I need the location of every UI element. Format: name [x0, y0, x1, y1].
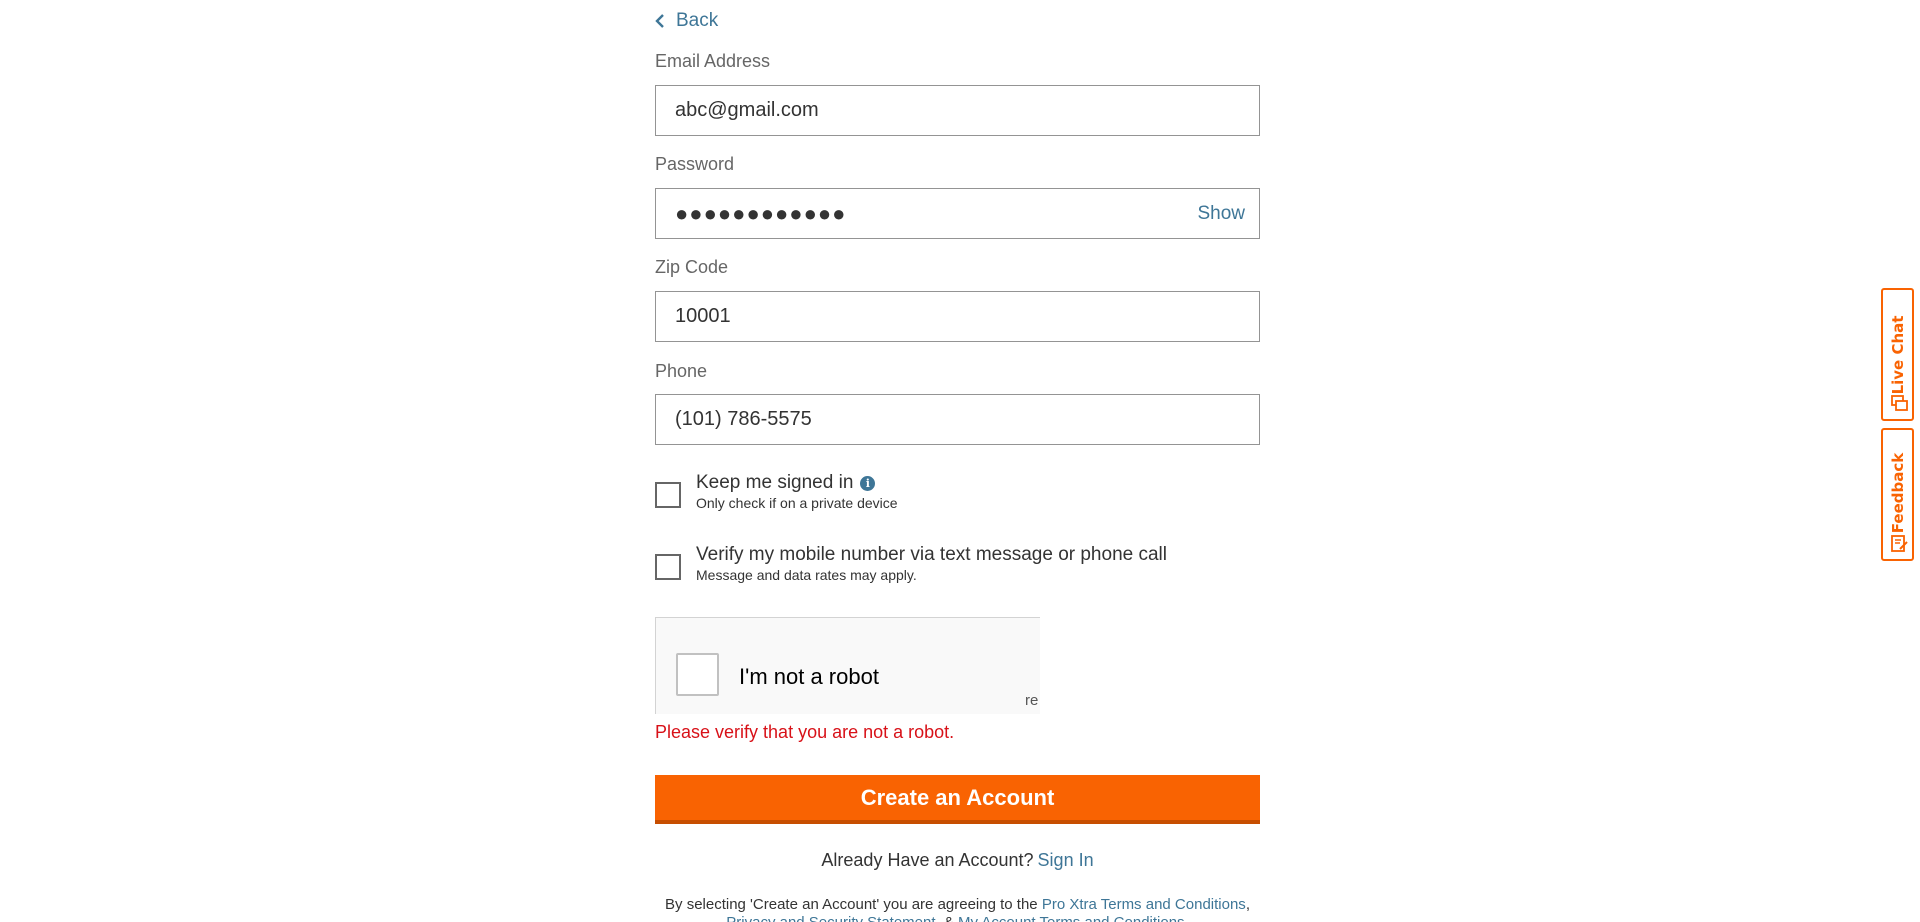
feedback-icon — [1891, 535, 1908, 552]
keep-signed-in-row: Keep me signed in i Only check if on a p… — [655, 472, 898, 511]
signin-prompt: Already Have an Account? — [821, 850, 1034, 870]
feedback-label: Feedback — [1888, 452, 1907, 534]
live-chat-tab[interactable]: Live Chat — [1881, 288, 1914, 421]
password-masked-value: ●●●●●●●●●●●● — [675, 201, 847, 226]
chevron-left-icon — [655, 14, 664, 28]
legal-separator-1: , — [1245, 896, 1250, 913]
keep-signed-in-sublabel: Only check if on a private device — [696, 495, 898, 511]
chat-icon — [1891, 395, 1908, 411]
create-account-button[interactable]: Create an Account — [655, 775, 1260, 824]
verify-mobile-checkbox[interactable] — [655, 554, 681, 580]
keep-signed-in-label: Keep me signed in — [696, 472, 854, 493]
recaptcha-label: I'm not a robot — [739, 664, 879, 689]
recaptcha-brand-text: re — [1025, 692, 1039, 709]
password-field[interactable]: ●●●●●●●●●●●● Show — [655, 188, 1260, 239]
phone-field[interactable] — [655, 394, 1260, 445]
info-icon[interactable]: i — [860, 475, 876, 491]
legal-text: By selecting 'Create an Account' you are… — [655, 896, 1260, 922]
legal-suffix: . — [1185, 914, 1189, 922]
email-label: Email Address — [655, 51, 771, 71]
verify-mobile-label: Verify my mobile number via text message… — [696, 544, 1167, 565]
show-password-button[interactable]: Show — [1197, 189, 1245, 238]
email-field[interactable] — [655, 85, 1260, 136]
recaptcha-widget: I'm not a robot re — [655, 617, 1040, 714]
keep-signed-in-main: Keep me signed in i — [696, 472, 898, 494]
keep-signed-in-text: Keep me signed in i Only check if on a p… — [696, 472, 898, 511]
legal-prefix: By selecting 'Create an Account' you are… — [665, 896, 1042, 913]
password-label: Password — [655, 154, 735, 174]
zip-label: Zip Code — [655, 257, 729, 277]
feedback-tab[interactable]: Feedback — [1881, 428, 1914, 561]
privacy-statement-link[interactable]: Privacy and Security Statement — [726, 914, 935, 922]
zip-code-field[interactable] — [655, 291, 1260, 342]
phone-label: Phone — [655, 361, 708, 381]
legal-separator-2: , & — [936, 914, 959, 922]
back-link[interactable]: Back — [655, 10, 718, 32]
keep-signed-in-checkbox[interactable] — [655, 482, 681, 508]
back-label: Back — [676, 10, 719, 31]
my-account-terms-link[interactable]: My Account Terms and Conditions — [958, 914, 1185, 922]
verify-mobile-row: Verify my mobile number via text message… — [655, 544, 1167, 583]
live-chat-label: Live Chat — [1888, 315, 1907, 395]
verify-mobile-text: Verify my mobile number via text message… — [696, 544, 1167, 583]
recaptcha-checkbox[interactable] — [676, 653, 719, 696]
signin-prompt-line: Already Have an Account? Sign In — [655, 850, 1260, 871]
sign-in-link[interactable]: Sign In — [1038, 850, 1094, 870]
verify-mobile-sublabel: Message and data rates may apply. — [696, 567, 917, 583]
pro-xtra-terms-link[interactable]: Pro Xtra Terms and Conditions — [1042, 896, 1246, 913]
recaptcha-error-message: Please verify that you are not a robot. — [655, 722, 955, 742]
